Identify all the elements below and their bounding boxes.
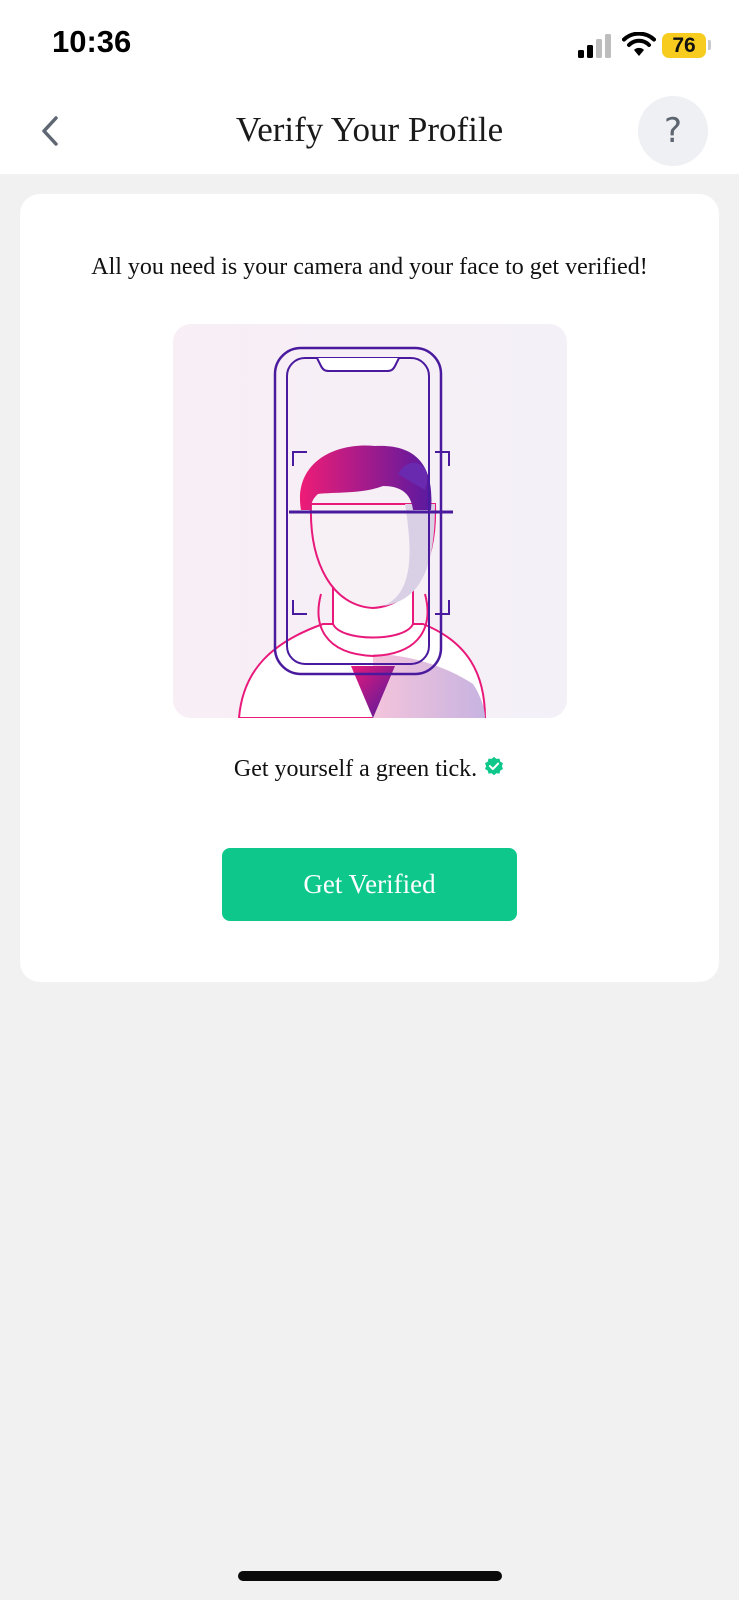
verification-card: All you need is your camera and your fac… xyxy=(20,194,719,982)
wifi-icon xyxy=(622,32,656,56)
status-bar: 10:36 76 xyxy=(0,0,739,88)
battery-nub xyxy=(708,40,711,50)
verified-badge-icon xyxy=(485,756,504,776)
status-time: 10:36 xyxy=(52,24,132,59)
signal-icon xyxy=(578,34,611,58)
get-verified-button[interactable]: Get Verified xyxy=(222,848,517,921)
question-mark-icon: ? xyxy=(663,111,683,151)
green-tick-text: Get yourself a green tick. xyxy=(233,756,478,782)
battery-level: 76 xyxy=(672,34,696,57)
green-tick-text-row: Get yourself a green tick. xyxy=(20,756,719,783)
help-button[interactable]: ? xyxy=(638,96,708,166)
page-title: Verify Your Profile xyxy=(235,110,504,149)
home-indicator[interactable] xyxy=(238,1571,502,1581)
header: Verify Your Profile ? xyxy=(0,88,739,174)
face-scan-illustration xyxy=(173,324,567,718)
intro-text: All you need is your camera and your fac… xyxy=(91,254,648,280)
battery-icon: 76 xyxy=(662,33,706,58)
